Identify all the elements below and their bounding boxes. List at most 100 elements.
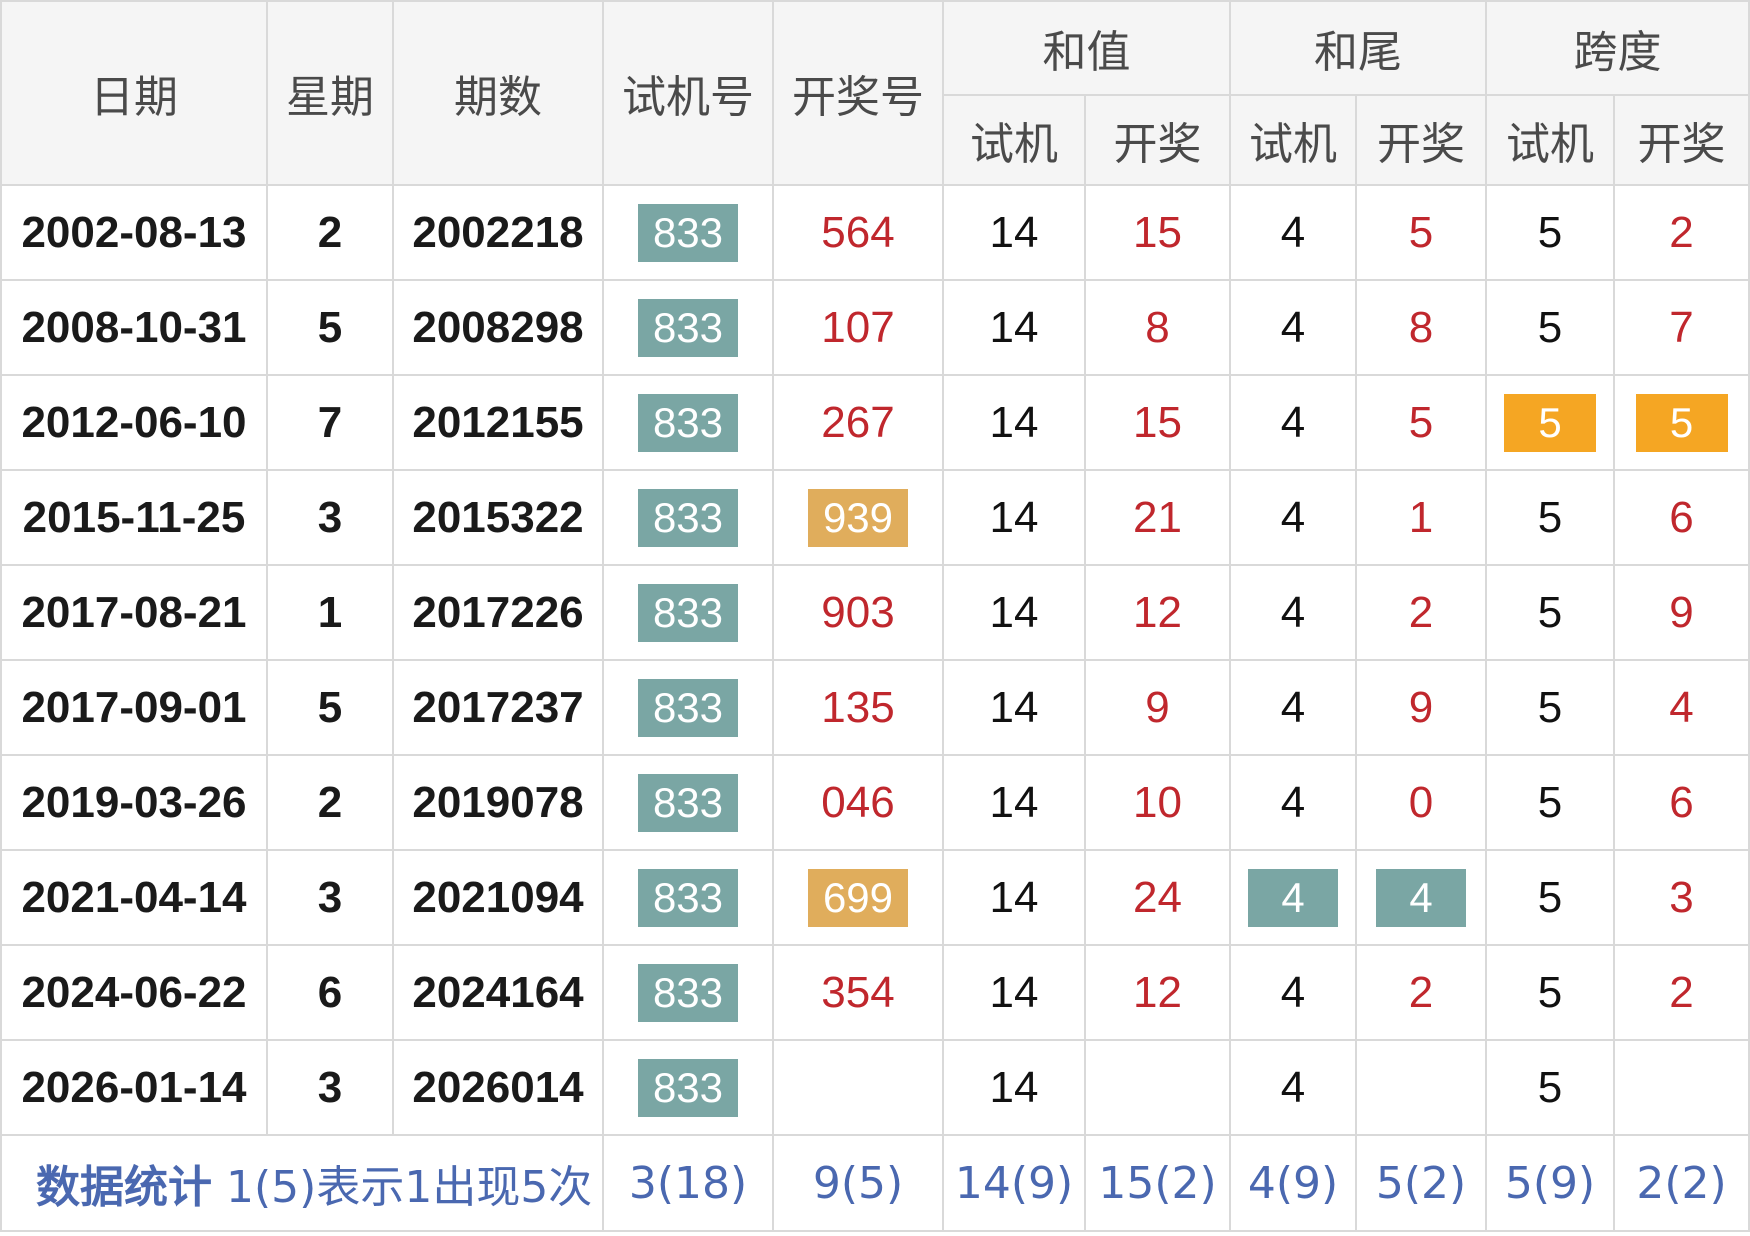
cell-sum-test: 14 — [942, 1039, 1086, 1136]
cell-test-number: 833 — [602, 944, 774, 1041]
header-date: 日期 — [0, 0, 268, 186]
cell-sum-test: 14 — [942, 849, 1086, 946]
cell-tail-draw: 4 — [1355, 849, 1487, 946]
cell-weekday: 5 — [266, 279, 394, 376]
test-number-chip: 833 — [638, 773, 738, 832]
cell-sum-test: 14 — [942, 754, 1086, 851]
cell-weekday: 1 — [266, 564, 394, 661]
cell-issue: 2017237 — [392, 659, 604, 756]
cell-date: 2017-08-21 — [0, 564, 268, 661]
cell-span-test: 5 — [1485, 469, 1615, 566]
cell-span-test: 5 — [1485, 564, 1615, 661]
cell-draw-number: 107 — [772, 279, 944, 376]
cell-test-number: 833 — [602, 279, 774, 376]
cell-test-number: 833 — [602, 564, 774, 661]
cell-sum-test: 14 — [942, 469, 1086, 566]
cell-issue: 2021094 — [392, 849, 604, 946]
draw-number-chip: 699 — [808, 868, 908, 927]
stats-span-draw: 2(2) — [1613, 1134, 1750, 1232]
cell-issue: 2002218 — [392, 184, 604, 281]
cell-tail-test: 4 — [1229, 944, 1357, 1041]
stats-span-test: 5(9) — [1485, 1134, 1615, 1232]
cell-sum-draw: 9 — [1084, 659, 1231, 756]
cell-weekday: 3 — [266, 1039, 394, 1136]
table-row: 2017-08-21 1 2017226 833 903 14 12 4 2 5… — [0, 564, 1750, 661]
cell-tail-draw: 9 — [1355, 659, 1487, 756]
cell-test-number: 833 — [602, 754, 774, 851]
cell-span-draw: 9 — [1613, 564, 1750, 661]
cell-tail-draw: 1 — [1355, 469, 1487, 566]
stats-tail-test: 4(9) — [1229, 1134, 1357, 1232]
cell-span-draw — [1613, 1039, 1750, 1136]
cell-weekday: 6 — [266, 944, 394, 1041]
header-weekday: 星期 — [266, 0, 394, 186]
test-number-chip: 833 — [638, 203, 738, 262]
header-tail-draw: 开奖 — [1355, 94, 1487, 186]
cell-span-draw: 4 — [1613, 659, 1750, 756]
cell-sum-test: 14 — [942, 279, 1086, 376]
test-number-chip: 833 — [638, 868, 738, 927]
cell-span-test: 5 — [1485, 279, 1615, 376]
cell-test-number: 833 — [602, 469, 774, 566]
header-span: 跨度 — [1485, 0, 1750, 96]
header-sum: 和值 — [942, 0, 1231, 96]
cell-date: 2024-06-22 — [0, 944, 268, 1041]
header-draw-number: 开奖号 — [772, 0, 944, 186]
cell-tail-draw — [1355, 1039, 1487, 1136]
cell-span-test: 5 — [1485, 184, 1615, 281]
stats-test: 3(18) — [602, 1134, 774, 1232]
cell-tail-test: 4 — [1229, 374, 1357, 471]
cell-sum-test: 14 — [942, 564, 1086, 661]
cell-date: 2021-04-14 — [0, 849, 268, 946]
cell-tail-draw: 0 — [1355, 754, 1487, 851]
cell-span-draw: 6 — [1613, 469, 1750, 566]
cell-span-test: 5 — [1485, 754, 1615, 851]
cell-span-test: 5 — [1485, 849, 1615, 946]
test-number-chip: 833 — [638, 583, 738, 642]
cell-tail-test: 4 — [1229, 849, 1357, 946]
cell-date: 2019-03-26 — [0, 754, 268, 851]
cell-draw-number: 354 — [772, 944, 944, 1041]
cell-tail-test: 4 — [1229, 564, 1357, 661]
cell-tail-draw: 2 — [1355, 564, 1487, 661]
cell-weekday: 5 — [266, 659, 394, 756]
stats-draw: 9(5) — [772, 1134, 944, 1232]
cell-test-number: 833 — [602, 1039, 774, 1136]
cell-weekday: 2 — [266, 754, 394, 851]
cell-span-test: 5 — [1485, 1039, 1615, 1136]
cell-tail-test: 4 — [1229, 279, 1357, 376]
cell-issue: 2015322 — [392, 469, 604, 566]
cell-draw-number: 267 — [772, 374, 944, 471]
cell-date: 2012-06-10 — [0, 374, 268, 471]
cell-sum-draw: 15 — [1084, 374, 1231, 471]
cell-draw-number: 699 — [772, 849, 944, 946]
table-row: 2026-01-14 3 2026014 833 14 4 5 — [0, 1039, 1750, 1136]
table-row: 2019-03-26 2 2019078 833 046 14 10 4 0 5… — [0, 754, 1750, 851]
test-number-chip: 833 — [638, 298, 738, 357]
cell-issue: 2024164 — [392, 944, 604, 1041]
draw-number-chip: 939 — [808, 488, 908, 547]
table-row: 2002-08-13 2 2002218 833 564 14 15 4 5 5… — [0, 184, 1750, 281]
cell-test-number: 833 — [602, 374, 774, 471]
cell-draw-number — [772, 1039, 944, 1136]
test-number-chip: 833 — [638, 393, 738, 452]
cell-span-test: 5 — [1485, 944, 1615, 1041]
cell-tail-test: 4 — [1229, 754, 1357, 851]
cell-tail-test: 4 — [1229, 659, 1357, 756]
cell-issue: 2019078 — [392, 754, 604, 851]
cell-sum-draw: 8 — [1084, 279, 1231, 376]
header-sum-tail: 和尾 — [1229, 0, 1487, 96]
cell-date: 2026-01-14 — [0, 1039, 268, 1136]
header-span-draw: 开奖 — [1613, 94, 1750, 186]
cell-draw-number: 564 — [772, 184, 944, 281]
cell-tail-test: 4 — [1229, 1039, 1357, 1136]
cell-span-test: 5 — [1485, 659, 1615, 756]
tail-match-chip: 4 — [1248, 868, 1338, 927]
stats-tail-draw: 5(2) — [1355, 1134, 1487, 1232]
cell-span-draw: 6 — [1613, 754, 1750, 851]
cell-weekday: 3 — [266, 469, 394, 566]
cell-span-draw: 5 — [1613, 374, 1750, 471]
table-row: 2024-06-22 6 2024164 833 354 14 12 4 2 5… — [0, 944, 1750, 1041]
cell-draw-number: 135 — [772, 659, 944, 756]
cell-tail-draw: 5 — [1355, 184, 1487, 281]
